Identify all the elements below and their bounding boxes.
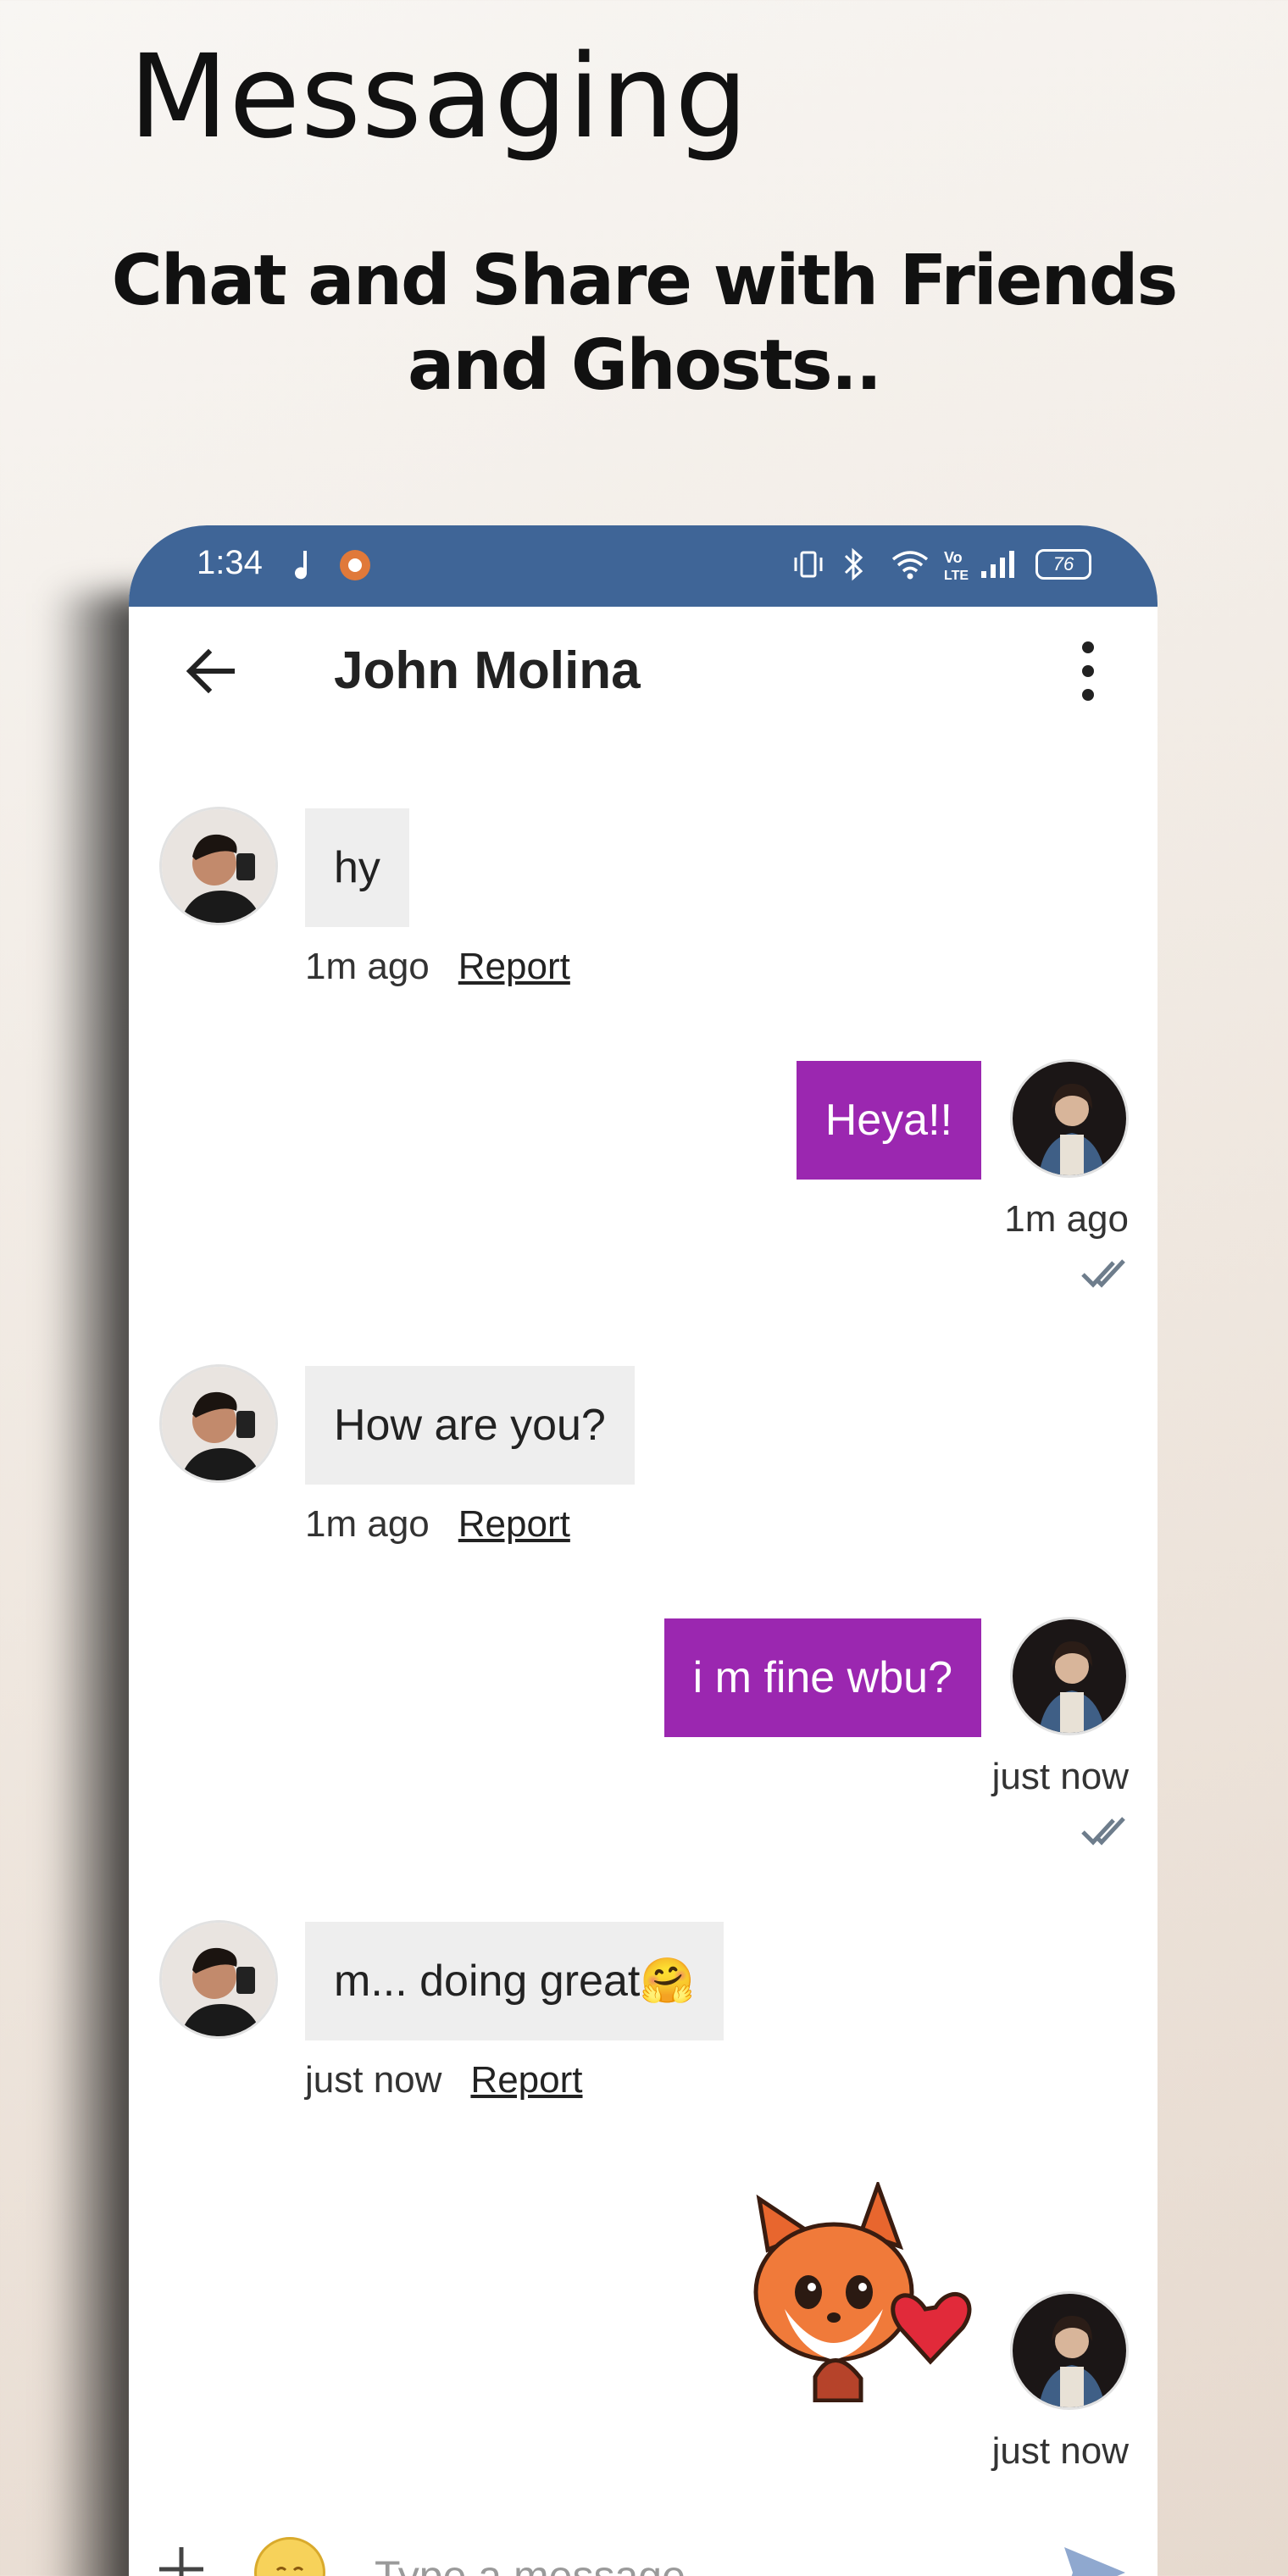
message-meta: just now Report xyxy=(305,2059,583,2101)
svg-text:Vo: Vo xyxy=(944,549,963,566)
vibrate-icon xyxy=(794,551,823,578)
app-bar: John Molina xyxy=(129,607,1158,734)
report-link[interactable]: Report xyxy=(470,2059,582,2101)
back-arrow-icon[interactable] xyxy=(183,644,237,698)
user-avatar[interactable] xyxy=(1010,1059,1129,1178)
report-link[interactable]: Report xyxy=(458,946,570,987)
message-time: 1m ago xyxy=(1004,1198,1129,1240)
message-bubble-incoming[interactable]: hy xyxy=(305,808,409,927)
send-icon[interactable] xyxy=(1061,2542,1129,2576)
message-time: 1m ago xyxy=(305,946,430,987)
message-bubble-outgoing[interactable]: i m fine wbu? xyxy=(663,1618,981,1737)
more-vert-icon[interactable] xyxy=(1069,637,1107,705)
wifi-icon xyxy=(891,551,929,580)
volte-icon: Vo LTE xyxy=(944,549,969,583)
contact-avatar[interactable] xyxy=(159,1920,278,2039)
message-meta: just now xyxy=(992,1756,1129,1798)
message-time: just now xyxy=(991,2430,1129,2472)
signal-icon xyxy=(981,551,1014,578)
promo-title: Messaging xyxy=(129,31,749,164)
status-bar: 1:34 Vo LTE 76 xyxy=(129,525,1158,607)
message-meta: 1m ago xyxy=(1004,1198,1129,1241)
message-time: just now xyxy=(305,2059,442,2101)
message-time: just now xyxy=(991,1756,1129,1797)
status-time: 1:34 xyxy=(197,544,263,581)
promo-subtitle: Chat and Share with Friends and Ghosts.. xyxy=(111,241,1179,406)
user-avatar[interactable] xyxy=(1010,2291,1129,2410)
message-meta: 1m ago Report xyxy=(305,946,570,988)
user-avatar[interactable] xyxy=(1010,1617,1129,1735)
message-meta: 1m ago Report xyxy=(305,1503,570,1546)
bluetooth-icon xyxy=(844,547,863,581)
double-check-icon xyxy=(1081,1259,1125,1288)
report-link[interactable]: Report xyxy=(458,1503,570,1545)
music-note-icon xyxy=(295,551,308,580)
battery-level: 76 xyxy=(1052,553,1074,575)
plus-icon[interactable] xyxy=(156,2544,207,2576)
battery-icon: 76 xyxy=(1035,549,1091,580)
phone-frame: 1:34 Vo LTE 76 John Molina hy 1m ago Repor… xyxy=(129,525,1158,2576)
message-composer xyxy=(129,2500,1158,2576)
svg-text:LTE: LTE xyxy=(944,569,969,583)
message-meta: just now xyxy=(992,2430,1129,2473)
contact-avatar[interactable] xyxy=(159,807,278,925)
emoji-icon[interactable] xyxy=(254,2537,325,2576)
fox-heart-sticker[interactable] xyxy=(734,2182,988,2402)
contact-avatar[interactable] xyxy=(159,1364,278,1483)
message-input[interactable] xyxy=(375,2542,968,2576)
message-time: 1m ago xyxy=(305,1503,430,1545)
message-bubble-incoming[interactable]: How are you? xyxy=(305,1366,635,1485)
double-check-icon xyxy=(1081,1817,1125,1846)
message-bubble-outgoing[interactable]: Heya!! xyxy=(796,1061,981,1180)
chat-contact-name: John Molina xyxy=(334,641,641,700)
message-bubble-incoming[interactable]: m... doing great🤗 xyxy=(305,1922,724,2040)
app-notification-icon xyxy=(340,550,370,580)
